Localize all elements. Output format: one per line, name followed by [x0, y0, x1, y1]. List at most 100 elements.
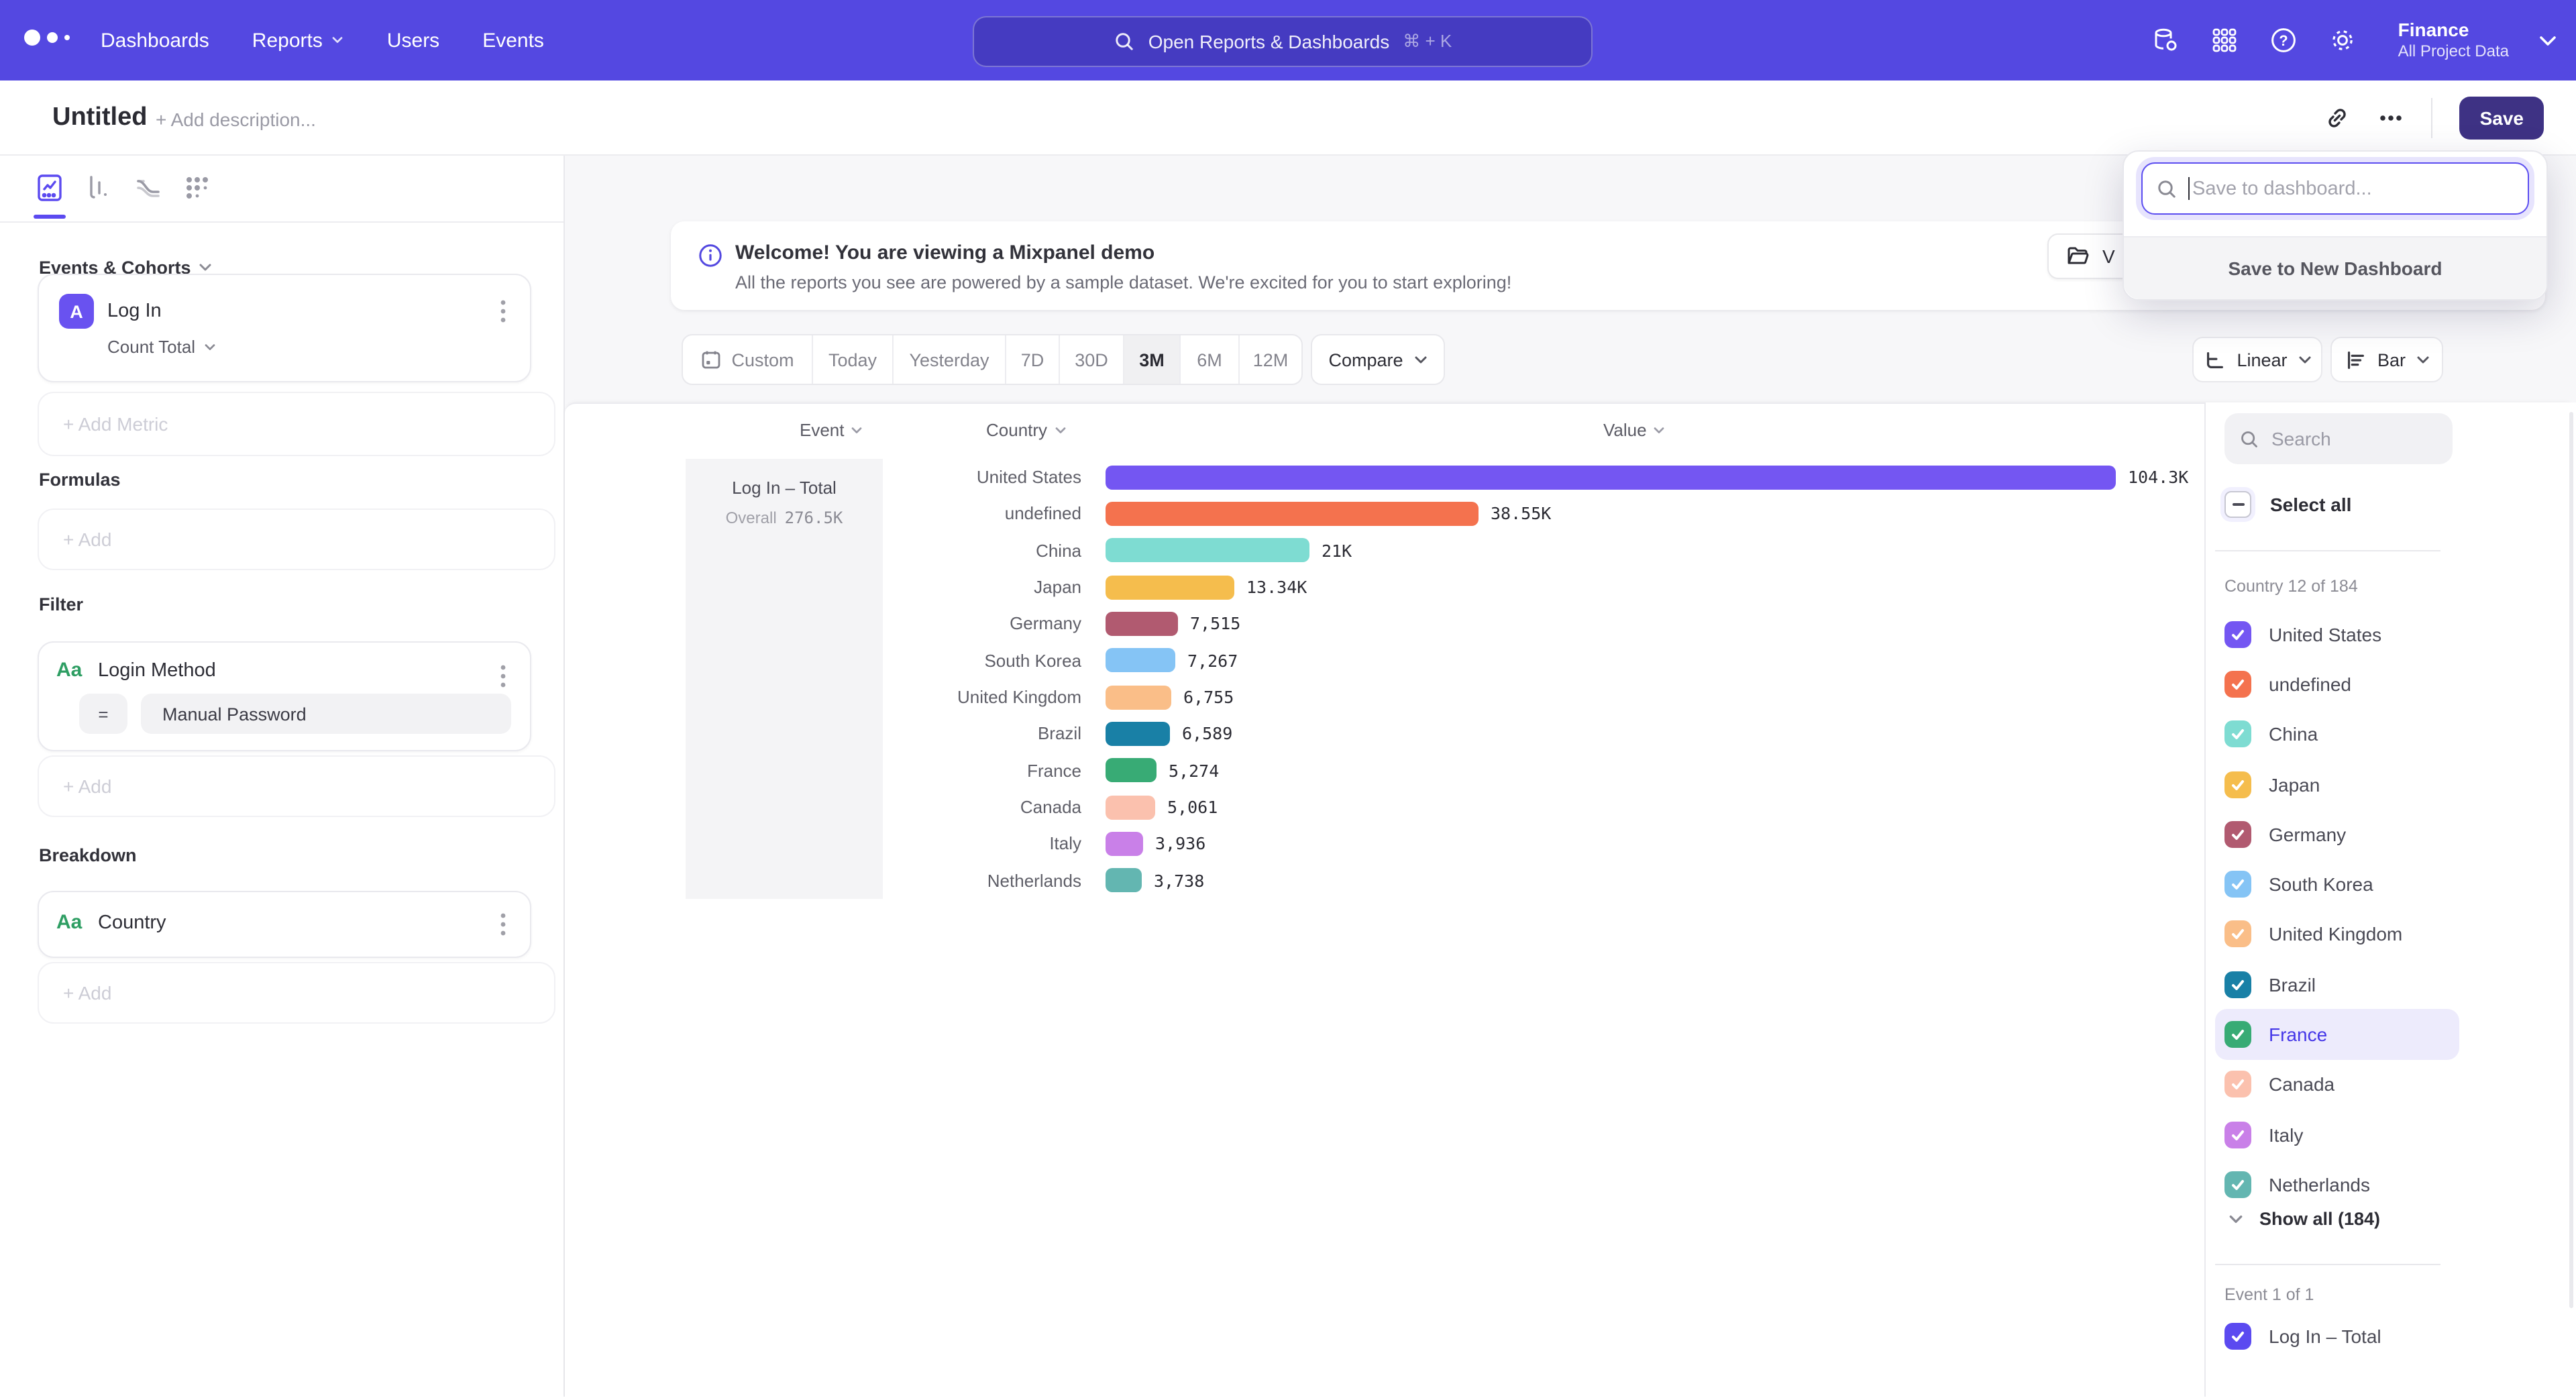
- metric-kebab-icon[interactable]: [492, 294, 514, 329]
- country-row-brazil[interactable]: Brazil: [2215, 959, 2459, 1010]
- date-range-yesterday[interactable]: Yesterday: [894, 335, 1006, 384]
- country-row-united-kingdom[interactable]: United Kingdom: [2215, 910, 2459, 960]
- column-header-country[interactable]: Country: [986, 420, 1066, 440]
- filter-property[interactable]: Login Method: [98, 660, 216, 682]
- country-checkbox[interactable]: [2224, 1121, 2251, 1148]
- nav-item-reports[interactable]: Reports: [252, 29, 344, 52]
- chart-type-button[interactable]: Bar: [2330, 337, 2443, 382]
- bar-segment[interactable]: [1106, 575, 1234, 599]
- breakdown-card[interactable]: Aa Country: [38, 891, 531, 958]
- select-all-row[interactable]: Select all: [2224, 491, 2351, 518]
- more-options-icon[interactable]: [2378, 104, 2405, 131]
- nav-item-dashboards[interactable]: Dashboards: [101, 29, 209, 52]
- filter-card[interactable]: Aa Login Method = Manual Password: [38, 641, 531, 751]
- add-filter-button[interactable]: + Add: [38, 755, 555, 817]
- chevron-down-icon: [203, 343, 215, 351]
- bar-segment[interactable]: [1106, 832, 1143, 856]
- global-search-button[interactable]: Open Reports & Dashboards ⌘ + K: [973, 16, 1593, 67]
- country-checkbox[interactable]: [2224, 921, 2251, 948]
- country-row-undefined[interactable]: undefined: [2215, 659, 2459, 710]
- country-checkbox[interactable]: [2224, 871, 2251, 898]
- date-range-6m[interactable]: 6M: [1181, 335, 1240, 384]
- bar-segment[interactable]: [1106, 539, 1309, 563]
- country-checkbox[interactable]: [2224, 1071, 2251, 1098]
- country-row-south-korea[interactable]: South Korea: [2215, 859, 2459, 910]
- filter-operator[interactable]: =: [79, 694, 127, 734]
- bar-segment[interactable]: [1106, 502, 1479, 526]
- breakdown-kebab-icon[interactable]: [492, 907, 514, 942]
- nav-item-events[interactable]: Events: [482, 29, 544, 52]
- help-icon[interactable]: ?: [2269, 25, 2299, 55]
- country-checkbox[interactable]: [2224, 720, 2251, 747]
- date-range-3m[interactable]: 3M: [1124, 335, 1181, 384]
- bar-segment[interactable]: [1106, 465, 2116, 489]
- country-row-germany[interactable]: Germany: [2215, 809, 2459, 859]
- tab-flows[interactable]: [133, 172, 165, 204]
- settings-gear-icon[interactable]: [2328, 25, 2358, 55]
- country-checkbox[interactable]: [2224, 671, 2251, 698]
- tab-insights[interactable]: [34, 172, 66, 204]
- add-formula-button[interactable]: + Add: [38, 508, 555, 570]
- country-checkbox[interactable]: [2224, 771, 2251, 798]
- nav-item-users[interactable]: Users: [387, 29, 439, 52]
- event-checkbox-row[interactable]: Log In – Total: [2224, 1323, 2381, 1350]
- country-row-netherlands[interactable]: Netherlands: [2215, 1160, 2459, 1210]
- country-checkbox[interactable]: [2224, 621, 2251, 647]
- country-row-china[interactable]: China: [2215, 709, 2459, 759]
- report-title[interactable]: Untitled: [52, 103, 147, 133]
- country-row-japan[interactable]: Japan: [2215, 759, 2459, 810]
- mixpanel-logo-icon[interactable]: [24, 30, 70, 46]
- tab-retention[interactable]: [181, 172, 213, 204]
- breakdown-property[interactable]: Country: [98, 912, 166, 934]
- column-header-value[interactable]: Value: [1603, 420, 1666, 440]
- filter-kebab-icon[interactable]: [492, 659, 514, 694]
- bar-segment[interactable]: [1106, 869, 1142, 893]
- bar-segment[interactable]: [1106, 759, 1157, 783]
- date-range-7d[interactable]: 7D: [1006, 335, 1060, 384]
- save-to-new-dashboard-button[interactable]: Save to New Dashboard: [2124, 236, 2546, 299]
- bar-segment[interactable]: [1106, 685, 1171, 709]
- save-button[interactable]: Save: [2460, 96, 2544, 139]
- chevron-down-icon: [851, 426, 863, 434]
- country-checkbox[interactable]: [2224, 1171, 2251, 1198]
- date-range-today[interactable]: Today: [813, 335, 894, 384]
- tab-funnels[interactable]: [83, 172, 115, 204]
- date-range-30d[interactable]: 30D: [1060, 335, 1124, 384]
- country-checkbox[interactable]: [2224, 821, 2251, 848]
- bar-segment[interactable]: [1106, 612, 1178, 636]
- metric-aggregation[interactable]: Count Total: [107, 337, 215, 357]
- select-all-checkbox[interactable]: [2224, 491, 2251, 518]
- bar-segment[interactable]: [1106, 795, 1155, 819]
- country-row-canada[interactable]: Canada: [2215, 1059, 2459, 1110]
- add-description-placeholder[interactable]: + Add description...: [156, 109, 316, 130]
- date-range-custom[interactable]: Custom: [683, 335, 813, 384]
- series-search-input[interactable]: Search: [2224, 413, 2453, 464]
- country-row-france[interactable]: France: [2215, 1010, 2459, 1060]
- add-breakdown-button[interactable]: + Add: [38, 962, 555, 1024]
- scale-selector-button[interactable]: Linear: [2192, 337, 2322, 382]
- country-checkbox[interactable]: [2224, 971, 2251, 998]
- save-dashboard-search-input[interactable]: Save to dashboard...: [2141, 162, 2529, 215]
- country-row-italy[interactable]: Italy: [2215, 1110, 2459, 1160]
- metric-card[interactable]: A Log In Count Total: [38, 274, 531, 382]
- filter-value[interactable]: Manual Password: [141, 694, 511, 734]
- column-header-event[interactable]: Event: [800, 420, 863, 440]
- bar-segment[interactable]: [1106, 722, 1170, 746]
- apps-grid-icon[interactable]: [2210, 25, 2240, 55]
- project-chevron-down-icon[interactable]: [2538, 34, 2557, 46]
- country-row-united-states[interactable]: United States: [2215, 609, 2459, 659]
- view-sample-dataset-button[interactable]: V: [2047, 233, 2134, 279]
- compare-button[interactable]: Compare: [1311, 334, 1445, 385]
- metric-event-name[interactable]: Log In: [107, 294, 162, 329]
- bar-segment[interactable]: [1106, 649, 1175, 673]
- country-checkbox[interactable]: [2224, 1021, 2251, 1048]
- share-link-icon[interactable]: [2324, 104, 2351, 131]
- add-metric-button[interactable]: + Add Metric: [38, 392, 555, 456]
- data-management-icon[interactable]: [2151, 25, 2181, 55]
- show-all-toggle[interactable]: Show all (184): [2229, 1209, 2380, 1229]
- save-input-placeholder: Save to dashboard...: [2192, 178, 2372, 199]
- event-checkbox[interactable]: [2224, 1323, 2251, 1350]
- date-range-12m[interactable]: 12M: [1240, 335, 1301, 384]
- scrollbar[interactable]: [2569, 412, 2573, 1308]
- project-switcher[interactable]: Finance All Project Data: [2398, 19, 2509, 62]
